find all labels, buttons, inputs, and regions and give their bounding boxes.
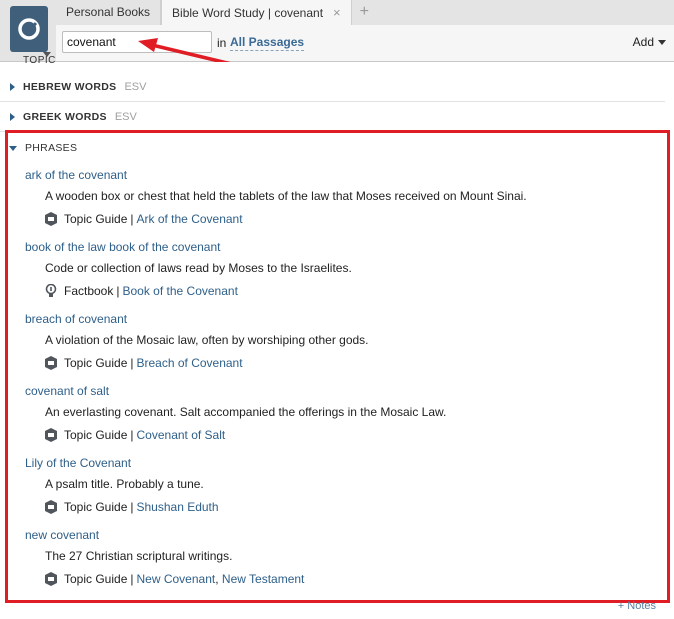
section-title: HEBREW WORDS — [23, 80, 117, 93]
tab-bar: Personal Books Bible Word Study | covena… — [56, 0, 377, 25]
expand-triangle-icon[interactable] — [10, 82, 15, 91]
source-label: Topic Guide — [64, 500, 128, 514]
phrase-item: Lily of the Covenant A psalm title. Prob… — [25, 456, 655, 514]
reference-link[interactable]: Shushan Eduth — [137, 500, 219, 514]
phrase-alt-title[interactable]: book of the covenant — [109, 240, 220, 254]
phrase-title-link[interactable]: ark of the covenant — [25, 168, 127, 182]
add-button-label: Add — [632, 35, 654, 49]
phrase-description: A violation of the Mosaic law, often by … — [45, 333, 369, 347]
content-pane: TOPIC HEBREW WORDS ESV GREEK WORDS ESV P… — [0, 55, 674, 619]
phrase-description: An everlasting covenant. Salt accompanie… — [45, 405, 447, 419]
reference-link[interactable]: Breach of Covenant — [137, 356, 243, 370]
reference-link[interactable]: Ark of the Covenant — [137, 212, 243, 226]
reference-link[interactable]: New Testament — [222, 572, 304, 586]
phrase-item: book of the law book of the covenant Cod… — [25, 240, 655, 298]
comma-separator: , — [215, 572, 219, 586]
phrase-title-link[interactable]: covenant of salt — [25, 384, 109, 398]
logos-icon — [18, 18, 40, 40]
phrase-reference: Topic Guide | New Covenant, New Testamen… — [45, 572, 655, 586]
notes-button[interactable]: + Notes — [618, 600, 656, 612]
topic-guide-icon — [45, 356, 57, 370]
pipe-separator: | — [116, 284, 120, 298]
pipe-separator: | — [130, 500, 134, 514]
phrase-description: A psalm title. Probably a tune. — [45, 477, 204, 491]
phrase-title-line: covenant of salt — [25, 384, 655, 398]
pipe-separator: | — [130, 428, 134, 442]
new-tab-icon[interactable]: + — [352, 0, 377, 25]
phrase-title-line: book of the law book of the covenant — [25, 240, 655, 254]
app-chrome: Personal Books Bible Word Study | covena… — [0, 0, 674, 70]
phrase-title-link[interactable]: new covenant — [25, 528, 99, 542]
section-greek-words[interactable]: GREEK WORDS ESV — [0, 102, 665, 132]
section-title: GREEK WORDS — [23, 110, 107, 123]
tab-label: Personal Books — [66, 5, 151, 19]
topic-guide-icon — [45, 572, 57, 586]
tab-personal-books[interactable]: Personal Books — [56, 0, 162, 25]
phrase-reference: Topic Guide | Breach of Covenant — [45, 356, 655, 370]
close-icon[interactable]: × — [333, 1, 341, 25]
phrase-title-line: ark of the covenant — [25, 168, 655, 182]
topic-guide-icon — [45, 428, 57, 442]
source-label: Topic Guide — [64, 356, 128, 370]
reference-link[interactable]: New Covenant — [137, 572, 216, 586]
phrase-title-line: breach of covenant — [25, 312, 655, 326]
phrase-description: Code or collection of laws read by Moses… — [45, 261, 352, 275]
topic-guide-icon — [45, 212, 57, 226]
phrase-reference: Topic Guide | Covenant of Salt — [45, 428, 655, 442]
phrase-item: ark of the covenant A wooden box or ches… — [25, 168, 655, 226]
phrase-description: A wooden box or chest that held the tabl… — [45, 189, 527, 203]
phrase-item: covenant of salt An everlasting covenant… — [25, 384, 655, 442]
expand-triangle-icon[interactable] — [10, 112, 15, 121]
section-version-tag: ESV — [114, 110, 137, 123]
phrase-title-link[interactable]: Lily of the Covenant — [25, 456, 131, 470]
phrase-reference: Topic Guide | Ark of the Covenant — [45, 212, 655, 226]
reference-link[interactable]: Book of the Covenant — [122, 284, 237, 298]
source-label: Factbook — [64, 284, 114, 298]
pipe-separator: | — [130, 572, 134, 586]
tab-bible-word-study[interactable]: Bible Word Study | covenant × — [161, 0, 352, 25]
pipe-separator: | — [130, 356, 134, 370]
phrase-item: breach of covenant A violation of the Mo… — [25, 312, 655, 370]
tab-label: Bible Word Study | covenant — [172, 5, 324, 20]
phrase-title-line: new covenant — [25, 528, 655, 542]
chevron-down-icon — [658, 40, 666, 46]
app-logo-button[interactable] — [10, 6, 48, 52]
phrase-title-link[interactable]: breach of covenant — [25, 312, 127, 326]
factbook-icon — [45, 284, 57, 297]
source-label: Topic Guide — [64, 572, 128, 586]
phrase-title-line: Lily of the Covenant — [25, 456, 655, 470]
collapse-triangle-icon[interactable] — [9, 145, 17, 151]
topic-guide-icon — [45, 500, 57, 514]
phrase-item: new covenant The 27 Christian scriptural… — [25, 528, 655, 586]
source-label: Topic Guide — [64, 212, 128, 226]
section-phrases-header[interactable]: PHRASES — [0, 138, 77, 158]
phrase-description: The 27 Christian scriptural writings. — [45, 549, 233, 563]
reference-link[interactable]: Covenant of Salt — [137, 428, 226, 442]
section-title: PHRASES — [25, 142, 78, 154]
section-topic-partial: TOPIC — [23, 55, 56, 66]
phrase-title-link[interactable]: book of the law — [25, 240, 106, 254]
add-button[interactable]: Add — [633, 35, 666, 49]
pipe-separator: | — [130, 212, 134, 226]
phrase-reference: Factbook | Book of the Covenant — [45, 284, 655, 298]
phrase-reference: Topic Guide | Shushan Eduth — [45, 500, 655, 514]
section-hebrew-words[interactable]: HEBREW WORDS ESV — [0, 72, 665, 102]
section-version-tag: ESV — [124, 80, 147, 93]
source-label: Topic Guide — [64, 428, 128, 442]
